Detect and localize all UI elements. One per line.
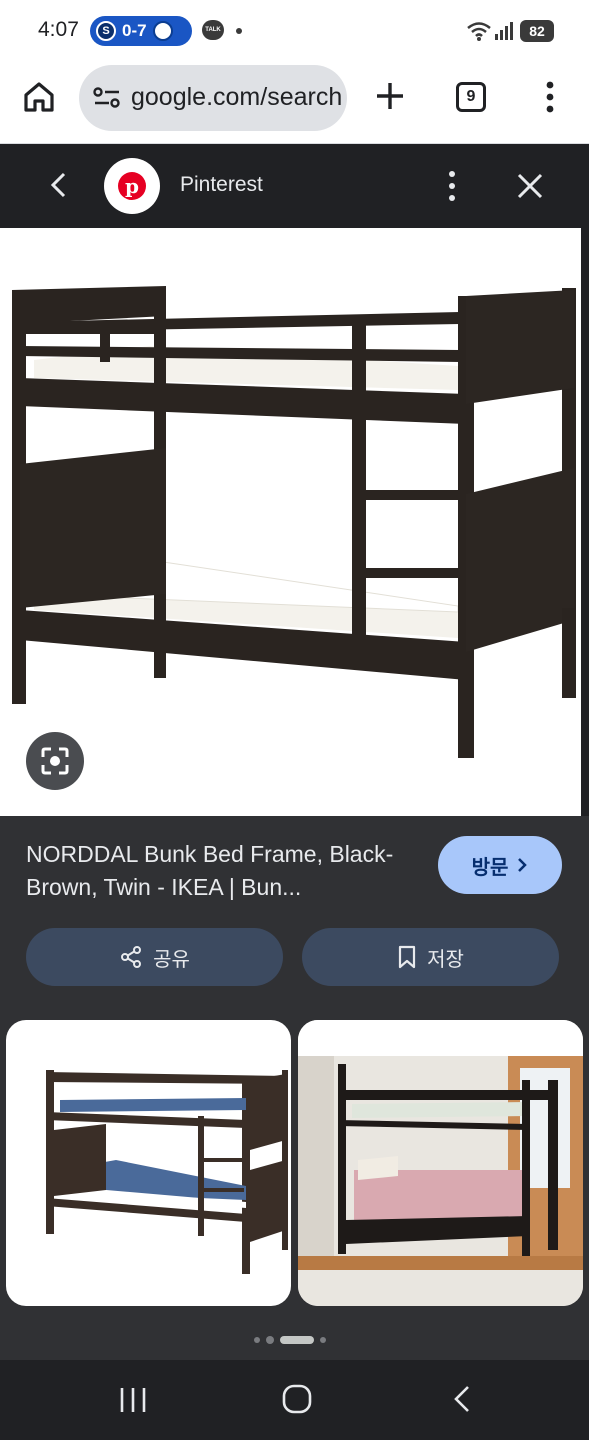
google-lens-button[interactable] [26, 732, 84, 790]
related-captions-cutoff [60, 1316, 540, 1330]
pager-dot-active [280, 1336, 314, 1344]
share-icon [121, 946, 142, 968]
tab-switcher-button[interactable]: 9 [456, 82, 486, 112]
pager-dot [266, 1336, 274, 1344]
browser-toolbar: google.com/search 9 [0, 62, 589, 144]
save-button[interactable]: 저장 [302, 928, 559, 986]
system-navigation-bar [0, 1360, 589, 1440]
status-time: 4:07 [38, 18, 79, 41]
more-options-icon[interactable] [440, 168, 464, 204]
score-text: 0-7 [122, 21, 147, 40]
visit-button[interactable]: 방문 [438, 836, 562, 894]
bedroom-photo-thumbnail [298, 1020, 583, 1306]
bunk-bed-thumbnail [46, 1070, 288, 1274]
home-nav-icon[interactable] [282, 1384, 312, 1414]
status-bar: 4:07 S 0-7 TALK 82 [0, 0, 589, 62]
more-notifications-dot-icon [236, 28, 242, 34]
save-label: 저장 [427, 948, 464, 971]
share-label: 공유 [153, 948, 190, 971]
scrollbar[interactable] [581, 144, 589, 816]
home-icon[interactable] [22, 80, 56, 114]
pinterest-icon: p [118, 172, 146, 200]
close-icon[interactable] [512, 168, 548, 204]
wifi-icon [467, 22, 491, 41]
visit-label: 방문 [471, 856, 509, 879]
related-image-1[interactable] [6, 1020, 291, 1306]
team-logo-icon: S [96, 21, 116, 41]
chevron-right-icon [518, 858, 528, 872]
source-header: p Pinterest [0, 144, 589, 228]
sports-score-notification: S 0-7 [90, 16, 192, 46]
carousel-pager [254, 1336, 326, 1344]
team-logo-icon [152, 21, 173, 41]
pager-dot [254, 1337, 260, 1343]
bookmark-icon [398, 945, 416, 969]
address-bar[interactable]: google.com/search [79, 65, 347, 131]
site-settings-icon[interactable] [93, 87, 121, 109]
url-text: google.com/search [131, 83, 343, 111]
new-tab-icon[interactable] [374, 80, 406, 112]
lens-icon [41, 747, 69, 775]
result-title[interactable]: NORDDAL Bunk Bed Frame, Black-Brown, Twi… [26, 838, 426, 904]
pager-dot [320, 1337, 326, 1343]
browser-menu-icon[interactable] [538, 80, 562, 114]
recent-apps-icon[interactable] [118, 1386, 148, 1414]
result-info-panel: NORDDAL Bunk Bed Frame, Black-Brown, Twi… [0, 816, 589, 1440]
main-product-image[interactable] [0, 228, 581, 816]
bunk-bed-image [12, 286, 576, 758]
share-button[interactable]: 공유 [26, 928, 283, 986]
back-nav-icon[interactable] [450, 1384, 474, 1414]
battery-indicator: 82 [520, 20, 554, 42]
source-name: Pinterest [180, 173, 263, 196]
kakaotalk-icon: TALK [202, 20, 224, 40]
related-image-2[interactable] [298, 1020, 583, 1306]
pinterest-logo: p [104, 158, 160, 214]
cell-signal-icon [495, 22, 513, 40]
back-arrow-icon[interactable] [44, 170, 74, 200]
